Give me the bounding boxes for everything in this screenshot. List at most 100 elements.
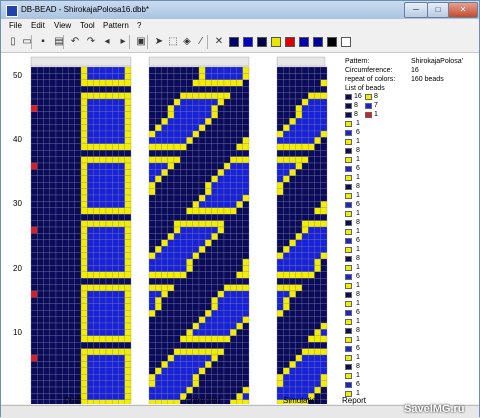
simulation-bead	[308, 246, 315, 253]
palette-swatch[interactable]	[313, 37, 323, 47]
simulation-bead	[283, 226, 290, 234]
menu-edit[interactable]: Edit	[31, 21, 45, 30]
simulation-bead	[301, 348, 309, 356]
corrected-bead	[173, 380, 181, 388]
fill-icon[interactable]: ◈	[181, 36, 193, 48]
draft-bead	[124, 137, 132, 144]
draft-bead	[37, 284, 44, 292]
simulation-bead	[295, 226, 303, 234]
bead-count: 8	[354, 111, 358, 118]
redo-icon[interactable]: ↷	[85, 36, 97, 48]
corrected-bead	[155, 150, 162, 157]
corrected-bead	[211, 322, 218, 330]
draft-bead	[105, 329, 113, 336]
corrected-bead	[186, 137, 193, 144]
simulation-bead	[289, 303, 296, 311]
undo-icon[interactable]: ↶	[69, 36, 81, 48]
corrected-bead	[236, 322, 243, 330]
palette-swatch[interactable]	[257, 37, 267, 47]
bead-grids[interactable]	[1, 53, 479, 404]
corrected-bead	[230, 322, 237, 330]
simulation-bead	[320, 226, 328, 234]
corrected-bead	[173, 290, 181, 298]
paste-icon[interactable]: ▣	[135, 36, 147, 48]
draft-bead	[112, 271, 119, 279]
menu-tool[interactable]: Tool	[80, 21, 95, 30]
corrected-bead	[211, 239, 218, 247]
corrected-bead	[217, 297, 225, 304]
simulation-bead	[301, 92, 309, 100]
corrected-bead	[167, 220, 175, 228]
corrected-bead	[205, 310, 212, 317]
corrected-bead	[217, 79, 225, 87]
corrected-bead	[167, 386, 175, 394]
menu-help[interactable]: ?	[137, 21, 141, 30]
menu-pattern[interactable]: Pattern	[103, 21, 129, 30]
corrected-bead	[211, 118, 218, 125]
corrected-bead	[192, 124, 200, 132]
corrected-bead	[155, 79, 162, 87]
palette-swatch[interactable]	[229, 37, 239, 47]
simulation-bead	[308, 118, 315, 125]
simulation-bead	[314, 374, 321, 381]
corrected-bead	[198, 380, 206, 388]
palette-swatch[interactable]	[341, 37, 351, 47]
corrected-bead	[148, 367, 156, 375]
new-icon[interactable]: ▯	[7, 36, 19, 48]
corrected-bead	[180, 73, 187, 80]
menu-file[interactable]: File	[9, 21, 22, 30]
close-button[interactable]: ✕	[448, 2, 478, 18]
maximize-button[interactable]: □	[427, 2, 449, 18]
corrected-bead	[173, 98, 181, 106]
arrow-left-icon[interactable]: ◂	[101, 36, 113, 48]
corrected-bead	[192, 156, 200, 164]
x-icon[interactable]: ✕	[213, 36, 225, 48]
corrected-bead	[198, 66, 206, 74]
corrected-bead	[192, 207, 200, 215]
corrected-bead	[155, 105, 162, 112]
corrected-bead	[167, 226, 175, 234]
pointer-icon[interactable]: ➤	[153, 36, 165, 48]
simulation-bead	[320, 399, 328, 404]
draft-bead	[37, 316, 44, 324]
corrected-bead	[198, 354, 206, 362]
draft-bead	[124, 386, 132, 394]
corrected-bead	[198, 252, 206, 260]
corrected-bead	[192, 284, 200, 292]
bead-color-swatch	[365, 94, 372, 100]
simulation-bead	[289, 265, 296, 272]
save-icon[interactable]: ▪	[37, 36, 49, 48]
minimize-button[interactable]: ─	[404, 2, 428, 18]
draft-bead	[124, 194, 132, 202]
select-icon[interactable]: ⬚	[167, 36, 179, 48]
palette-swatch[interactable]	[327, 37, 337, 47]
simulation-bead	[301, 220, 309, 228]
corrected-bead	[161, 278, 168, 285]
corrected-bead	[198, 118, 206, 125]
corrected-bead	[167, 201, 175, 208]
palette-swatch[interactable]	[243, 37, 253, 47]
draft-bead	[93, 130, 100, 138]
corrected-bead	[236, 194, 243, 202]
draft-bead	[37, 194, 44, 202]
draft-bead	[30, 278, 38, 285]
menu-view[interactable]: View	[54, 21, 71, 30]
palette-swatch[interactable]	[299, 37, 309, 47]
corrected-bead	[186, 335, 193, 343]
palette-swatch[interactable]	[285, 37, 295, 47]
corrected-bead	[236, 246, 243, 253]
draft-bead	[112, 348, 119, 356]
draft-bead	[105, 322, 113, 330]
simulation-bead	[276, 335, 284, 343]
corrected-bead	[205, 322, 212, 330]
corrected-bead	[192, 188, 200, 196]
pipette-icon[interactable]: ⁄	[195, 36, 207, 48]
draft-bead	[87, 284, 94, 292]
simulation-bead	[276, 137, 284, 144]
simulation-bead	[320, 310, 328, 317]
arrow-right-icon[interactable]: ▸	[117, 36, 129, 48]
palette-swatch[interactable]	[271, 37, 281, 47]
draft-bead	[99, 252, 107, 260]
corrected-bead	[173, 175, 181, 183]
simulation-bead	[289, 162, 296, 170]
